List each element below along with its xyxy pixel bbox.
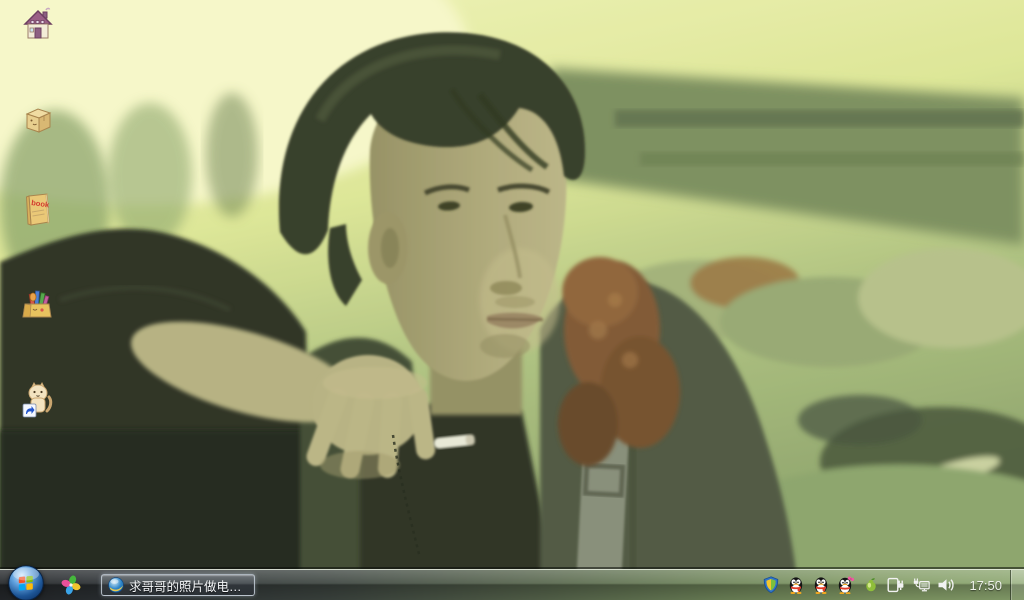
browser-globe-icon [108,577,124,593]
qq-penguin-icon[interactable] [812,576,830,594]
cat-shortcut-icon[interactable] [18,380,58,420]
media-pinwheel-icon[interactable] [61,575,81,595]
toolbox-icon[interactable] [18,285,58,325]
volume-icon[interactable] [937,576,955,594]
show-desktop-button[interactable] [1011,570,1024,600]
tray-clock[interactable]: 17:50 [969,578,1002,593]
qq-penguin-girl-icon[interactable] [837,576,855,594]
house-icon[interactable] [18,4,58,44]
qq-penguin-icon[interactable] [787,576,805,594]
taskbar-window-button[interactable]: 求哥哥的照片做电脑... [101,574,255,596]
storage-box-icon[interactable] [18,100,58,140]
wallpaper-photo [0,0,1024,600]
desktop-screen: book [0,0,1024,600]
book-icon[interactable]: book [18,190,58,230]
start-button[interactable] [7,564,45,600]
taskbar-window-title: 求哥哥的照片做电脑... [129,576,248,595]
security-shield-icon[interactable] [762,576,780,594]
shortcut-arrow-badge [23,404,36,417]
system-tray [762,576,955,594]
green-pear-app-icon[interactable] [862,576,880,594]
network-icon[interactable] [912,576,930,594]
removable-device-icon[interactable] [887,576,905,594]
taskbar: 求哥哥的照片做电脑... [0,569,1024,600]
